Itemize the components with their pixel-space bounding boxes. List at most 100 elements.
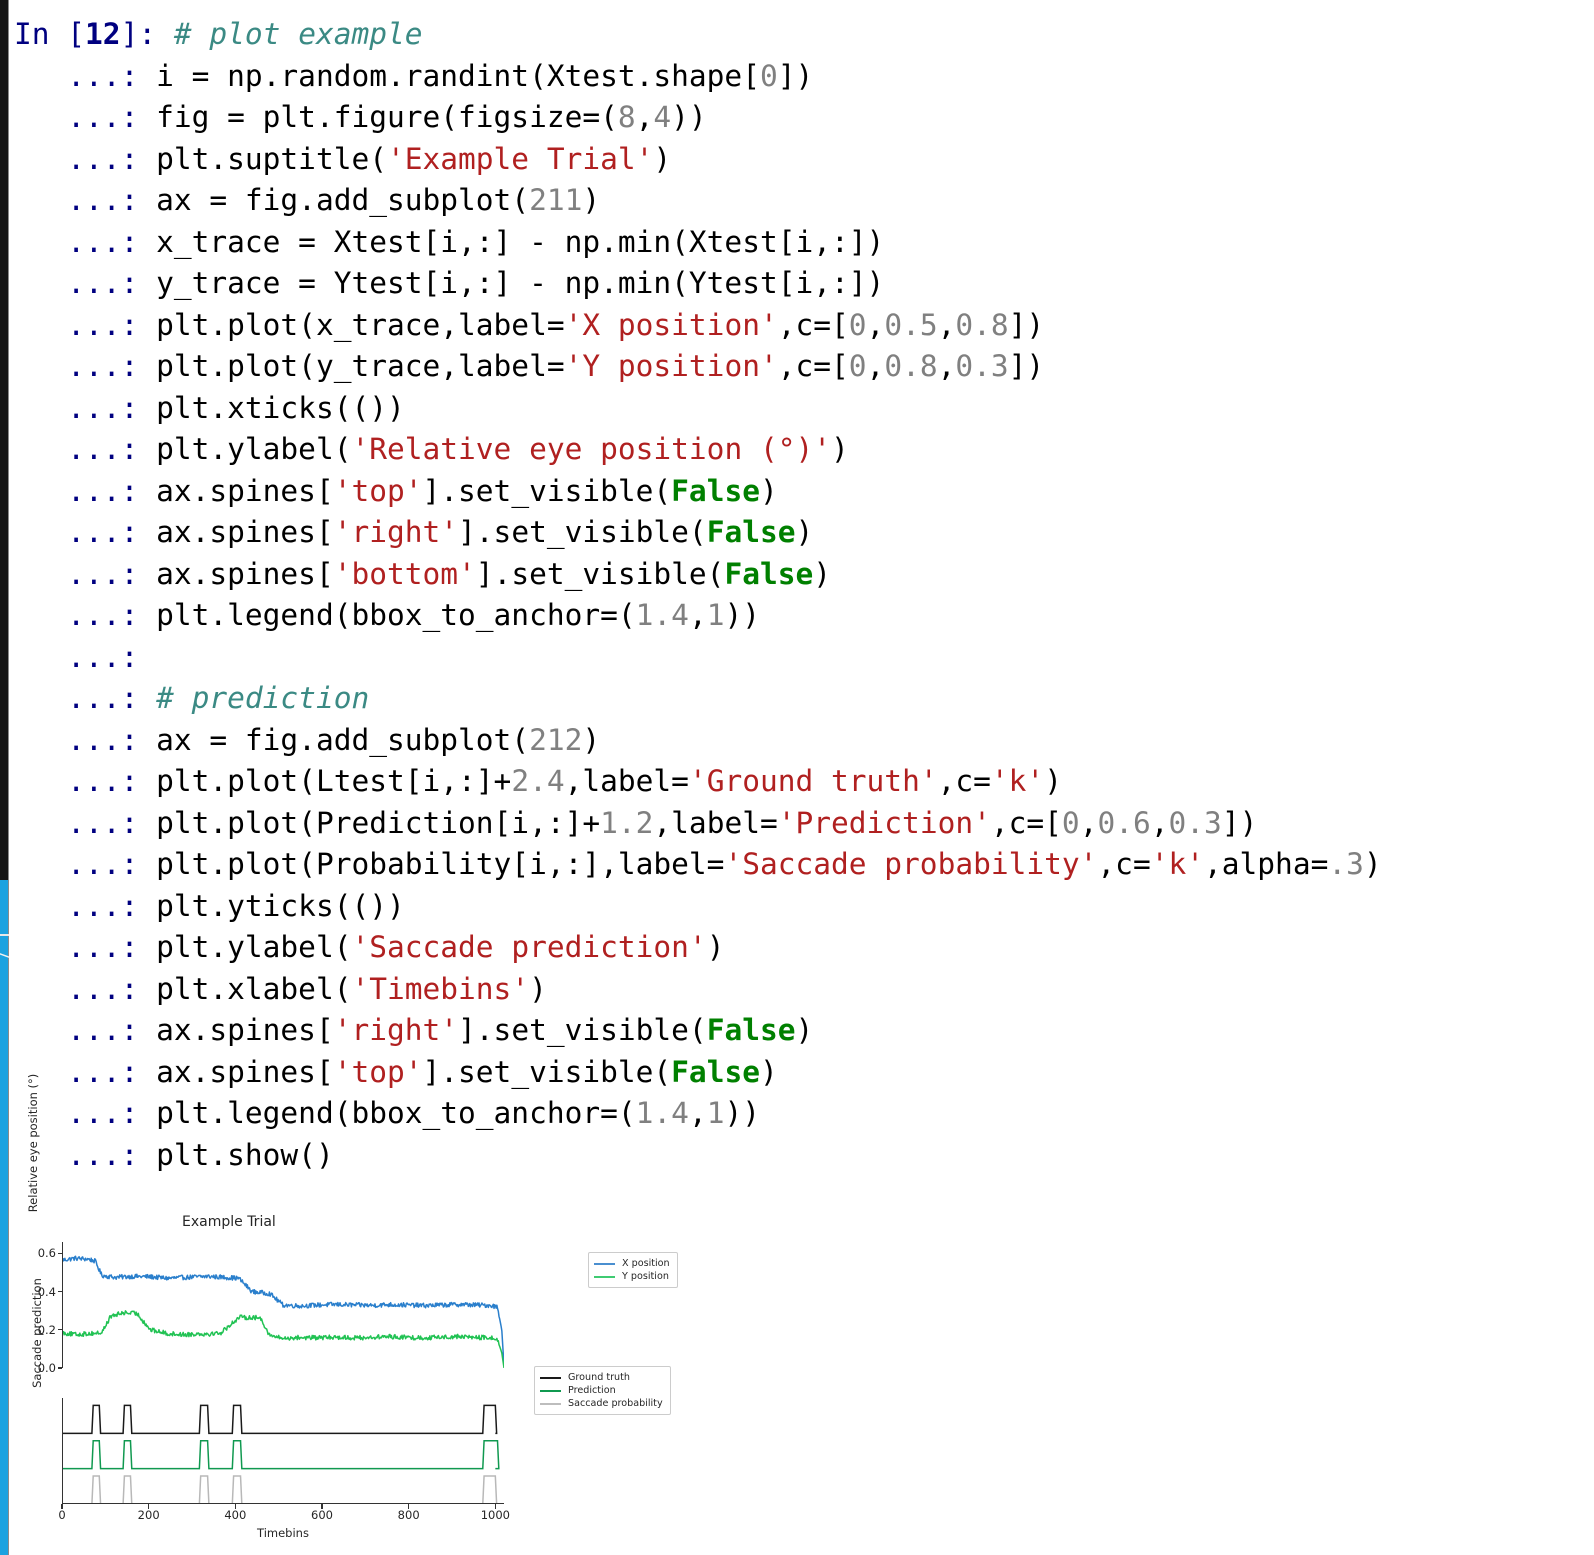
trace-prediction [62, 1439, 500, 1470]
code-token: ) [529, 971, 547, 1006]
legend-eye-position: X position Y position [588, 1252, 678, 1288]
code-token: )) [724, 1096, 760, 1130]
code-token: 1 [706, 1096, 725, 1130]
code-line: ...: ax = fig.add_subplot(212) [14, 720, 1594, 762]
gutter-active-strip[interactable] [0, 880, 9, 1555]
code-token: ].set_visible( [475, 556, 725, 591]
code-token: plt.xlabel( [156, 971, 352, 1006]
legend-entry: Ground truth [540, 1371, 663, 1384]
code-token: 212 [529, 722, 583, 757]
code-token: ]) [1008, 349, 1045, 383]
code-token: 0 [759, 58, 778, 93]
code-line: ...: i = np.random.randint(Xtest.shape[0… [14, 56, 1594, 98]
axes2-left-spine [62, 1398, 64, 1504]
code-line: ...: plt.yticks(()) [14, 886, 1594, 928]
code-token: .3 [1328, 847, 1364, 881]
code-token: 4 [653, 100, 672, 134]
code-token: ) [1044, 764, 1062, 798]
code-line: ...: plt.ylabel('Relative eye position (… [14, 429, 1594, 471]
code-token: ].set_visible( [422, 1054, 672, 1089]
code-token: , [866, 349, 885, 383]
code-token: ) [795, 515, 814, 549]
code-line: ...: # prediction [14, 678, 1594, 720]
legend-swatch-icon [594, 1262, 615, 1265]
code-token: ,c=[ [777, 307, 849, 342]
code-token: plt.show() [156, 1137, 334, 1172]
code-token: ].set_visible( [422, 473, 672, 508]
axes-xtick-label: 0 [58, 1508, 66, 1522]
code-token: 'Saccade probability' [724, 847, 1098, 881]
axes-xtick-label: 800 [397, 1508, 420, 1522]
prompt-continuation: ...: [14, 847, 157, 881]
code-token: 0.8 [884, 349, 938, 383]
prompt-in-close: ]: [120, 17, 174, 51]
code-token: # plot example [173, 17, 423, 51]
code-token: 'k' [1150, 847, 1205, 881]
axes-ylabel-saccade-prediction: Saccade prediction [30, 1278, 44, 1388]
code-token: plt.legend(bbox_to_anchor=( [156, 598, 636, 632]
figure-output: Example Trial Relative eye position (°) … [14, 1074, 714, 1548]
legend-entry: Saccade probability [540, 1397, 663, 1410]
code-token: , [1150, 805, 1169, 840]
prompt-continuation: ...: [14, 722, 157, 757]
code-token: ) [831, 432, 849, 466]
gutter-marker-icon [0, 934, 9, 936]
code-token: ax.spines[ [156, 515, 334, 549]
code-line: In [12]: # plot example [14, 14, 1594, 56]
code-line: ...: ax.spines['right'].set_visible(Fals… [14, 512, 1594, 554]
code-token: ]) [1221, 805, 1258, 840]
prompt-continuation: ...: [14, 681, 157, 715]
code-token: , [635, 100, 654, 134]
code-token: 211 [529, 183, 583, 217]
code-token: 'right' [333, 515, 459, 549]
code-token: , [688, 598, 707, 632]
prompt-continuation: ...: [14, 764, 157, 798]
code-token: 0.3 [1168, 805, 1222, 840]
axes-ytick-mark [57, 1252, 62, 1255]
code-token: ]) [1008, 307, 1045, 342]
code-token: ax.spines[ [156, 556, 334, 591]
code-token: plt.plot(Prediction[i,:]+ [156, 805, 601, 840]
code-cell-input[interactable]: In [12]: # plot example ...: i = np.rand… [14, 14, 1594, 1176]
axes-xtick-mark [321, 1504, 323, 1509]
legend-label: Prediction [568, 1385, 616, 1396]
code-token: 'Y position' [564, 349, 778, 383]
code-token: ax.spines[ [156, 1013, 334, 1047]
code-token: False [671, 1054, 760, 1089]
code-line: ...: y_trace = Ytest[i,:] - np.min(Ytest… [14, 263, 1594, 305]
code-token: 1 [706, 598, 725, 632]
code-token: 0 [848, 349, 867, 383]
code-token: , [937, 307, 956, 342]
code-token: ,c=[ [777, 349, 849, 383]
code-line: ...: plt.plot(Prediction[i,:]+1.2,label=… [14, 803, 1594, 845]
code-token: ) [653, 141, 672, 176]
axes2-bottom-spine [62, 1502, 504, 1504]
prompt-continuation: ...: [14, 971, 157, 1006]
code-line: ...: plt.ylabel('Saccade prediction') [14, 927, 1594, 969]
axes-ytick-mark [57, 1291, 62, 1293]
code-line: ...: plt.legend(bbox_to_anchor=(1.4,1)) [14, 595, 1594, 637]
axes-xtick-label: 1000 [480, 1508, 510, 1522]
prompt-continuation: ...: [14, 266, 157, 300]
legend-swatch-icon [594, 1275, 615, 1278]
code-token: 'bottom' [333, 556, 476, 591]
axes-eye-position: Relative eye position (°) 0.0 0.2 0.4 0.6 [26, 1074, 504, 1375]
code-token: , [1079, 805, 1098, 840]
code-token: ) [706, 930, 725, 964]
prompt-continuation: ...: [14, 1013, 157, 1047]
code-token: False [706, 515, 796, 549]
code-token: ,c=[ [990, 805, 1062, 840]
code-token: ) [582, 183, 601, 217]
saccade-prediction-traces [62, 1404, 500, 1504]
axes-ytick-label: 0.6 [37, 1246, 56, 1261]
code-token: plt.plot(y_trace,label= [156, 349, 565, 383]
code-token: 0.5 [884, 307, 938, 342]
code-line: ...: ax = fig.add_subplot(211) [14, 180, 1594, 222]
code-token: ) [759, 1054, 778, 1089]
legend-entry: Prediction [540, 1384, 663, 1397]
prompt-continuation: ...: [14, 390, 157, 425]
axes-ytick-mark [57, 1367, 62, 1369]
code-token: y_trace = Ytest[i,:] - np.min(Ytest[i,:]… [156, 266, 885, 300]
prompt-execution-count: 12 [85, 17, 121, 51]
code-token: ) [795, 1013, 814, 1047]
